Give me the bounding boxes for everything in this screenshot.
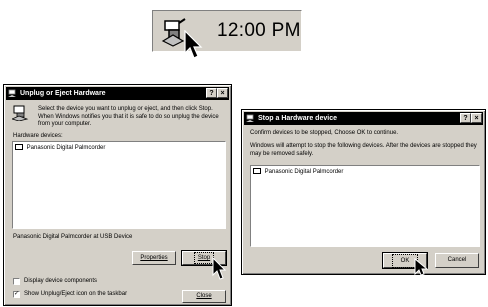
cancel-button[interactable]: Cancel [435, 253, 479, 268]
hardware-icon [12, 105, 29, 121]
confirm-text: Confirm devices to be stopped, Choose OK… [250, 130, 399, 136]
mouse-pointer-icon [184, 30, 203, 59]
mouse-pointer-icon [212, 257, 227, 280]
clock[interactable]: 12:00 PM [217, 20, 301, 42]
device-location-text: Panasonic Digital Palmcorder at USB Devi… [13, 234, 133, 240]
info-text: Windows will attempt to stop the followi… [250, 143, 477, 157]
list-item[interactable]: Panasonic Digital Palmcorder [15, 144, 105, 152]
checkbox-box[interactable]: ✓ [13, 291, 20, 298]
list-item[interactable]: Panasonic Digital Palmcorder [253, 168, 343, 176]
device-list: Panasonic Digital Palmcorder [12, 141, 226, 229]
unplug-eject-dialog: Unplug or Eject Hardware ? × Select the … [3, 84, 232, 306]
close-button[interactable]: × [471, 113, 482, 123]
dialog-title: Stop a Hardware device [258, 115, 337, 122]
close-dialog-button[interactable]: Close [182, 290, 226, 303]
instructions-text: Select the device you want to unplug or … [38, 106, 219, 127]
checkbox-label: Display device components [24, 278, 98, 284]
title-bar[interactable]: Stop a Hardware device ? × [244, 112, 483, 125]
hardware-icon [8, 89, 16, 97]
device-icon [15, 144, 23, 151]
taskbar-tray: 12:00 PM [152, 10, 302, 52]
device-name: Panasonic Digital Palmcorder [26, 145, 106, 151]
hardware-icon [246, 114, 254, 122]
checkbox-label: Show Unplug/Eject icon on the taskbar [24, 291, 128, 297]
device-icon [253, 168, 261, 175]
stop-hardware-dialog: Stop a Hardware device ? × Confirm devic… [241, 109, 486, 276]
help-button[interactable]: ? [206, 88, 217, 98]
device-name: Panasonic Digital Palmcorder [264, 169, 344, 175]
help-button[interactable]: ? [460, 113, 471, 123]
title-bar[interactable]: Unplug or Eject Hardware ? × [6, 87, 229, 100]
close-button[interactable]: × [217, 88, 228, 98]
hardware-devices-label: Hardware devices: [13, 133, 63, 139]
mouse-pointer-icon [414, 258, 429, 276]
dialog-title: Unplug or Eject Hardware [20, 90, 106, 97]
checkbox-box[interactable] [13, 278, 20, 285]
properties-button[interactable]: Properties [132, 251, 176, 265]
device-list: Panasonic Digital Palmcorder [250, 165, 480, 247]
